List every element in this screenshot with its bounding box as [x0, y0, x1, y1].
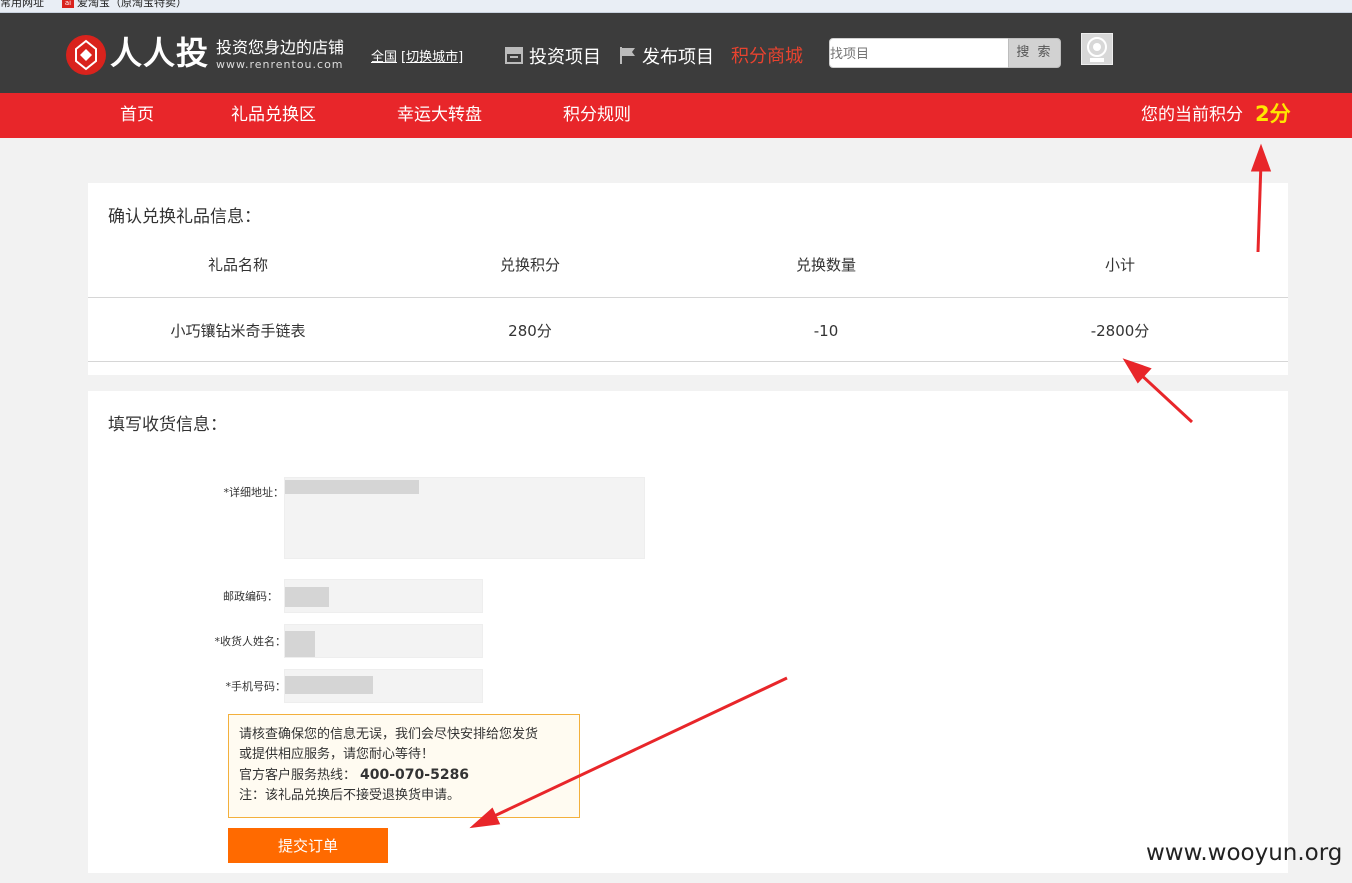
- shipping-title: 填写收货信息：: [108, 415, 227, 435]
- city-switch-link[interactable]: [切换城市]: [401, 50, 463, 65]
- redacted-name: [285, 631, 315, 657]
- site-header: 人人投 投资您身边的店铺 www.renrentou.com 全国 [切换城市] …: [0, 13, 1352, 93]
- column-header-gift-name: 礼品名称: [207, 256, 268, 274]
- nav-label: 发布项目: [642, 47, 714, 68]
- column-header-quantity: 兑换数量: [795, 256, 856, 274]
- column-header-points: 兑换积分: [499, 256, 560, 274]
- current-points-label: 您的当前积分: [1141, 105, 1243, 125]
- redacted-phone: [285, 676, 373, 694]
- logo-url: www.renrentou.com: [216, 58, 344, 71]
- notice-hotline: 官方客户服务热线： 400-070-5286: [239, 765, 569, 786]
- hotline-label: 官方客户服务热线：: [239, 768, 357, 783]
- city-current[interactable]: 全国: [371, 50, 397, 65]
- nav-points-mall[interactable]: 积分商城: [731, 46, 803, 68]
- bookmark-common-sites[interactable]: 常用网址: [0, 0, 44, 8]
- table-divider: [88, 297, 1288, 298]
- confirm-gift-panel: 确认兑换礼品信息： 礼品名称 兑换积分 兑换数量 小计 小巧镶钻米奇手链表 28…: [88, 183, 1288, 375]
- redacted-address: [285, 480, 419, 494]
- confirm-title: 确认兑换礼品信息：: [108, 207, 261, 227]
- bookmarks-bar: 常用网址 ai 爱淘宝（原淘宝特卖）: [0, 0, 1352, 13]
- recipient-name-label: *收货人姓名：: [214, 635, 287, 648]
- ai-taobao-icon: ai: [62, 0, 74, 8]
- hotline-number: 400-070-5286: [360, 767, 470, 783]
- phone-label: *手机号码：: [225, 680, 287, 693]
- address-label: *详细地址：: [223, 486, 285, 499]
- notice-line: 或提供相应服务，请您耐心等待！: [239, 747, 435, 762]
- notice-line: 请核查确保您的信息无误，我们会尽快安排给您发货: [239, 727, 539, 742]
- user-avatar-icon: [1087, 37, 1107, 62]
- notice-note: 注：该礼品兑换后不接受退换货申请。: [239, 788, 461, 803]
- submit-order-button[interactable]: 提交订单: [228, 828, 388, 863]
- cell-points: 280分: [508, 322, 552, 340]
- nav-lucky-wheel[interactable]: 幸运大转盘: [397, 93, 482, 138]
- bookmark-label: 常用网址: [0, 0, 44, 9]
- column-header-subtotal: 小计: [1104, 256, 1135, 274]
- nav-points-rules[interactable]: 积分规则: [563, 93, 631, 138]
- cell-subtotal: -2800分: [1090, 322, 1150, 340]
- avatar[interactable]: [1081, 33, 1113, 65]
- city-selector: 全国 [切换城市]: [371, 50, 463, 66]
- nav-gift-exchange[interactable]: 礼品兑换区: [231, 93, 316, 138]
- table-divider: [88, 361, 1288, 362]
- search-button[interactable]: 搜 索: [1008, 38, 1061, 68]
- zip-label: 邮政编码：: [223, 590, 278, 603]
- flag-icon: [619, 46, 637, 70]
- logo-slogan: 投资您身边的店铺: [216, 38, 345, 57]
- nav-invest-projects[interactable]: 投资项目: [504, 46, 601, 70]
- nav-publish-project[interactable]: 发布项目: [619, 46, 714, 70]
- cell-quantity: -10: [813, 322, 839, 340]
- cell-gift-name: 小巧镶钻米奇手链表: [170, 322, 306, 340]
- points-mall-nav: 首页 礼品兑换区 幸运大转盘 积分规则 您的当前积分 2分: [0, 93, 1352, 138]
- bookmark-label: 爱淘宝（原淘宝特卖）: [77, 0, 187, 9]
- bookmark-ai-taobao[interactable]: ai 爱淘宝（原淘宝特卖）: [62, 0, 187, 8]
- shop-icon: [504, 46, 524, 70]
- search-input[interactable]: [829, 38, 1009, 68]
- current-points-value: 2分: [1255, 102, 1291, 126]
- nav-label: 投资项目: [529, 47, 601, 68]
- shipping-info-panel: 填写收货信息： *详细地址： 邮政编码： *收货人姓名： *手机号码： 请核查确…: [88, 391, 1288, 873]
- renrentou-logo-icon[interactable]: [66, 35, 106, 75]
- nav-home[interactable]: 首页: [120, 93, 154, 138]
- redacted-zip: [285, 587, 329, 607]
- logo-name[interactable]: 人人投: [110, 33, 209, 73]
- watermark: www.wooyun.org: [1146, 840, 1343, 866]
- order-notice: 请核查确保您的信息无误，我们会尽快安排给您发货 或提供相应服务，请您耐心等待！ …: [228, 714, 580, 818]
